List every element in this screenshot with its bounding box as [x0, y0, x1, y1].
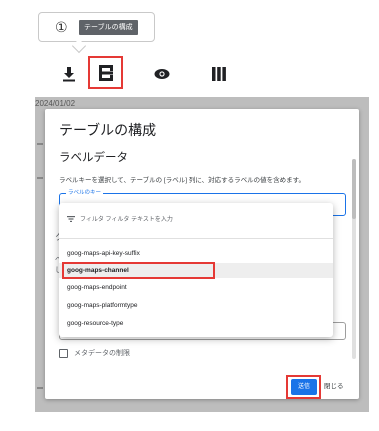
eye-icon: [154, 69, 170, 79]
metadata-restriction-row[interactable]: メタデータの制限: [59, 348, 130, 358]
dropdown-option[interactable]: goog-maps-endpoint: [67, 282, 127, 294]
columns-button[interactable]: [208, 60, 230, 88]
preview-button[interactable]: [151, 60, 173, 88]
close-button[interactable]: 閉じる: [324, 379, 344, 395]
configure-table-button[interactable]: [88, 56, 123, 89]
selected-option-highlight: [62, 262, 215, 279]
label-key-dropdown: フィルタ フィルタ テキストを入力 goog-maps-api-key-suff…: [59, 203, 333, 337]
background-date: 2024/01/02: [35, 99, 76, 108]
filter-row[interactable]: フィルタ フィルタ テキストを入力: [59, 203, 333, 239]
section-title: ラベルデータ: [59, 152, 128, 164]
background-mark: [37, 387, 43, 389]
background-mark: [37, 177, 43, 179]
dropdown-option[interactable]: goog-resource-type: [67, 318, 123, 330]
dropdown-option[interactable]: goog-maps-api-key-suffix: [67, 248, 140, 260]
configure-table-icon: [98, 64, 113, 81]
label-key-label: ラベルのキー: [66, 189, 104, 197]
section-description: ラベルキーを選択して、テーブルの [ラベル] 列に、対応するラベルの値を含めます…: [59, 177, 305, 184]
metadata-checkbox[interactable]: [59, 348, 68, 358]
dialog-title: テーブルの構成: [59, 122, 157, 138]
download-button[interactable]: [58, 60, 80, 88]
metadata-checkbox-label: メタデータの制限: [74, 350, 130, 357]
step-number: ①: [55, 19, 68, 35]
dropdown-option[interactable]: goog-maps-platformtype: [67, 300, 137, 312]
columns-icon: [212, 67, 226, 81]
callout-bubble: ① テーブルの構成: [38, 12, 155, 42]
filter-input[interactable]: フィルタ フィルタ テキストを入力: [80, 215, 173, 225]
scrollbar-thumb[interactable]: [352, 159, 356, 219]
filter-icon: [67, 216, 75, 222]
submit-button[interactable]: 送信: [291, 379, 317, 395]
callout-chip: テーブルの構成: [79, 20, 138, 35]
download-icon: [63, 67, 75, 82]
background-mark: [37, 143, 43, 145]
